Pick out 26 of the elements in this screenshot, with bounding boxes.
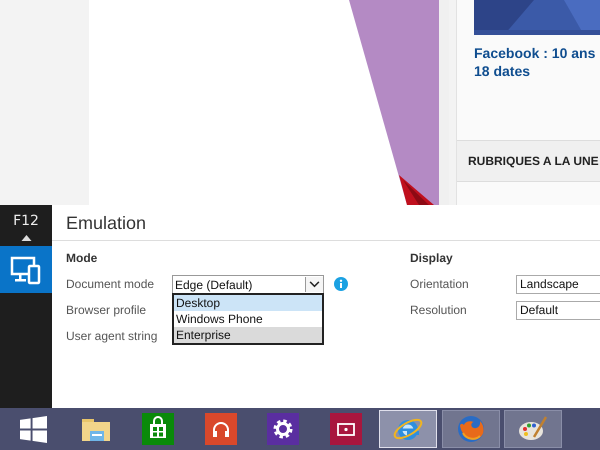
start-button[interactable] [20, 416, 46, 442]
field-label: Browser profile [66, 302, 148, 319]
shortcut-label: F12 [13, 213, 39, 229]
section-heading: Mode [66, 251, 98, 267]
field-label: Document mode [66, 276, 156, 293]
section-heading: Display [410, 251, 454, 267]
field-label: Orientation [410, 276, 470, 293]
emulation-tab[interactable] [0, 246, 52, 293]
video-icon[interactable] [330, 413, 362, 445]
select-field[interactable]: Landscape [516, 275, 600, 294]
field-label: User agent string [66, 328, 158, 345]
info-icon[interactable] [334, 277, 348, 291]
collapse-arrow-icon[interactable] [20, 235, 32, 241]
shopping-bag-icon[interactable] [142, 413, 174, 445]
taskbar-button[interactable] [504, 410, 562, 448]
caret-icon [309, 281, 320, 288]
section-header: RUBRIQUES A LA UNE [468, 154, 599, 168]
headphones-icon[interactable] [204, 413, 236, 445]
dropdown-option[interactable]: Windows Phone [174, 311, 322, 327]
dropdown-option[interactable]: Enterprise [174, 327, 322, 343]
dropdown-option[interactable]: Desktop [174, 295, 322, 311]
field-label: Resolution [410, 302, 468, 319]
gear-icon[interactable] [267, 413, 299, 445]
panel-title: Emulation [52, 205, 600, 241]
article-link[interactable]: Facebook : 10 ans 18 dates [474, 44, 600, 140]
select-field[interactable]: Default [516, 301, 600, 320]
